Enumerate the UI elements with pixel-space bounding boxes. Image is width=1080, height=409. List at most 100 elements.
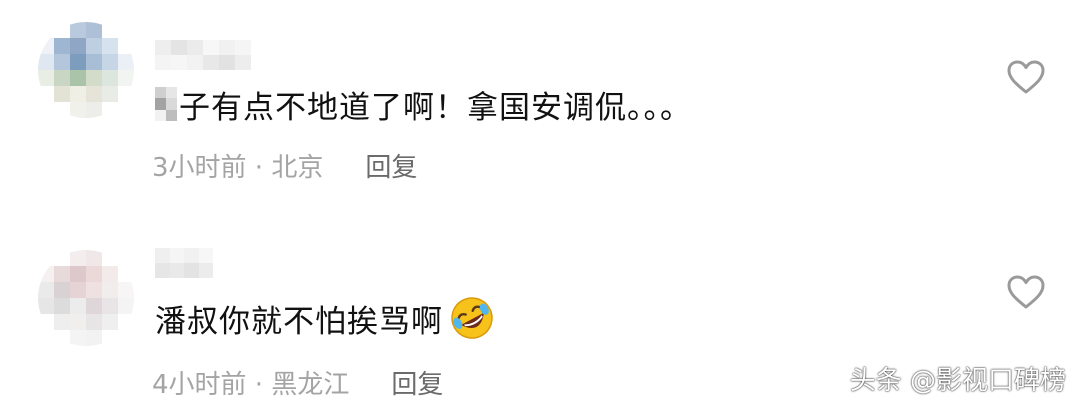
mosaic-block <box>38 282 54 298</box>
mosaic-block <box>118 250 134 266</box>
avatar[interactable] <box>38 22 134 118</box>
mosaic-block <box>166 87 177 99</box>
mosaic-block <box>155 263 170 278</box>
mosaic-block <box>86 70 102 86</box>
mosaic-block <box>118 54 134 70</box>
comment-location: 北京 <box>271 152 324 183</box>
mosaic-block <box>102 266 118 282</box>
mosaic-block <box>235 55 251 70</box>
comment-location: 黑龙江 <box>271 369 350 400</box>
mosaic-block <box>155 40 171 55</box>
mosaic-block <box>70 102 86 118</box>
mosaic-block <box>187 55 203 70</box>
mosaic-block <box>54 54 70 70</box>
mosaic-block <box>118 38 134 54</box>
mosaic-block <box>166 109 177 121</box>
mosaic-block <box>102 330 118 346</box>
mosaic-block <box>118 102 134 118</box>
mosaic-block <box>54 70 70 86</box>
blurred-text-fragment <box>155 87 177 121</box>
comment-text: 子有点不地道了啊！拿国安调侃。。。 <box>155 82 692 126</box>
mosaic-block <box>70 70 86 86</box>
mosaic-block <box>86 102 102 118</box>
mosaic-block <box>86 86 102 102</box>
mosaic-block <box>102 70 118 86</box>
mosaic-block <box>102 250 118 266</box>
mosaic-block <box>38 330 54 346</box>
mosaic-block <box>86 298 102 314</box>
mosaic-block <box>86 282 102 298</box>
mosaic-block <box>102 282 118 298</box>
reply-button[interactable]: 回复 <box>391 364 443 401</box>
mosaic-block <box>118 330 134 346</box>
mosaic-block <box>38 54 54 70</box>
mosaic-block <box>70 86 86 102</box>
mosaic-block <box>102 86 118 102</box>
mosaic-block <box>38 38 54 54</box>
mosaic-block <box>198 263 213 278</box>
mosaic-block <box>86 54 102 70</box>
mosaic-block <box>70 330 86 346</box>
mosaic-block <box>102 102 118 118</box>
comment-timestamp: 4小时前 · 黑龙江 <box>152 369 350 400</box>
mosaic-block <box>70 22 86 38</box>
mosaic-block <box>38 314 54 330</box>
comment-text: 潘叔你就不怕挨骂啊 <box>155 296 495 340</box>
mosaic-block <box>86 266 102 282</box>
mosaic-block <box>70 250 86 266</box>
mosaic-block <box>118 298 134 314</box>
mosaic-block <box>155 87 166 99</box>
mosaic-block <box>155 98 166 110</box>
comment-timestamp: 3小时前 · 北京 <box>152 152 324 183</box>
mosaic-block <box>118 282 134 298</box>
mosaic-block <box>102 22 118 38</box>
mosaic-block <box>155 248 170 263</box>
mosaic-block <box>54 102 70 118</box>
mosaic-block <box>70 54 86 70</box>
mosaic-block <box>118 266 134 282</box>
mosaic-block <box>38 22 54 38</box>
mosaic-block <box>86 22 102 38</box>
username-blurred[interactable] <box>155 40 251 70</box>
mosaic-block <box>118 70 134 86</box>
mosaic-block <box>102 38 118 54</box>
mosaic-block <box>102 298 118 314</box>
mosaic-block <box>38 266 54 282</box>
mosaic-block <box>166 98 177 110</box>
reply-button[interactable]: 回复 <box>365 147 417 184</box>
mosaic-block <box>54 314 70 330</box>
mosaic-block <box>38 70 54 86</box>
mosaic-block <box>54 298 70 314</box>
mosaic-block <box>70 298 86 314</box>
mosaic-block <box>70 266 86 282</box>
avatar[interactable] <box>38 250 134 346</box>
comment-meta: 4小时前 · 黑龙江 回复 <box>152 364 443 400</box>
mosaic-block <box>102 54 118 70</box>
mosaic-block <box>86 330 102 346</box>
heart-outline-icon[interactable] <box>1006 59 1046 95</box>
mosaic-block <box>86 38 102 54</box>
heart-outline-icon[interactable] <box>1006 274 1046 310</box>
mosaic-block <box>184 263 199 278</box>
mosaic-block <box>203 40 219 55</box>
mosaic-block <box>54 266 70 282</box>
mosaic-block <box>219 55 235 70</box>
mosaic-block <box>118 22 134 38</box>
mosaic-block <box>169 248 184 263</box>
mosaic-block <box>54 38 70 54</box>
mosaic-block <box>38 298 54 314</box>
comment-meta: 3小时前 · 北京 回复 <box>152 147 417 183</box>
mosaic-block <box>155 55 171 70</box>
username-blurred[interactable] <box>155 248 213 278</box>
mosaic-block <box>70 38 86 54</box>
mosaic-block <box>198 248 213 263</box>
mosaic-block <box>38 86 54 102</box>
mosaic-block <box>184 248 199 263</box>
mosaic-block <box>118 314 134 330</box>
mosaic-block <box>54 22 70 38</box>
mosaic-block <box>86 250 102 266</box>
mosaic-block <box>171 40 187 55</box>
mosaic-block <box>102 314 118 330</box>
comment-text-content: 潘叔你就不怕挨骂啊 <box>155 303 443 340</box>
mosaic-block <box>70 282 86 298</box>
